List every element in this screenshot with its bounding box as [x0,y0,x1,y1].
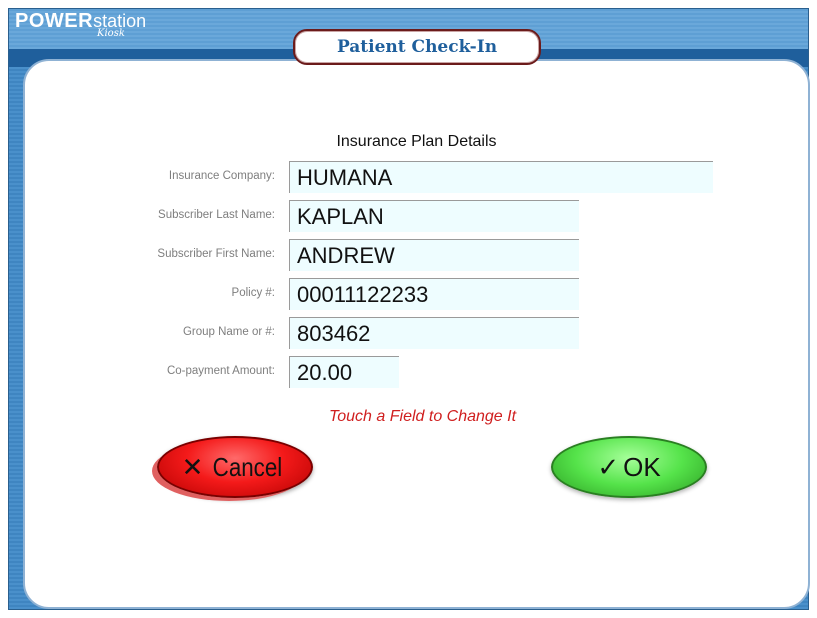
field-label: Subscriber Last Name: [158,209,275,221]
checkmark-icon: ✓ [597,451,620,482]
ok-button[interactable]: ✓ OK [551,436,707,498]
field-label: Policy #: [231,287,275,299]
insurance-company-field[interactable]: HUMANA [289,161,713,193]
form-row-subscriber-last-name: Subscriber Last Name: KAPLAN [25,200,808,232]
copayment-amount-field[interactable]: 20.00 [289,356,399,388]
form-row-insurance-company: Insurance Company: HUMANA [25,161,808,193]
subscriber-last-name-field[interactable]: KAPLAN [289,200,579,232]
logo-kiosk-text: Kiosk [97,28,125,39]
group-name-field[interactable]: 803462 [289,317,579,349]
cancel-button-label: Cancel [213,451,283,482]
main-panel: Insurance Plan Details Insurance Company… [23,59,810,609]
page-title: Patient Check-In [336,37,498,57]
hint-text: Touch a Field to Change It [328,408,517,425]
field-label: Insurance Company: [168,170,275,182]
field-label: Subscriber First Name: [157,248,275,260]
policy-number-field[interactable]: 00011122233 [289,278,579,310]
ok-button-label: OK [623,451,661,482]
cancel-button[interactable]: ✕ Cancel [157,436,313,498]
x-icon: ✕ [181,451,204,482]
title-tab: Patient Check-In [293,29,541,65]
logo-power-text: POWER [15,10,94,32]
kiosk-frame: POWERstation Kiosk Patient Check-In Insu… [8,8,810,610]
form-row-policy-number: Policy #: 00011122233 [25,278,808,310]
subscriber-first-name-field[interactable]: ANDREW [289,239,579,271]
form-row-group-name: Group Name or #: 803462 [25,317,808,349]
field-label: Group Name or #: [182,326,275,338]
powerstation-logo: POWERstation Kiosk [15,10,146,39]
form-row-subscriber-first-name: Subscriber First Name: ANDREW [25,239,808,271]
field-label: Co-payment Amount: [166,365,275,377]
section-title: Insurance Plan Details [336,133,497,150]
form-row-copayment-amount: Co-payment Amount: 20.00 [25,356,808,388]
